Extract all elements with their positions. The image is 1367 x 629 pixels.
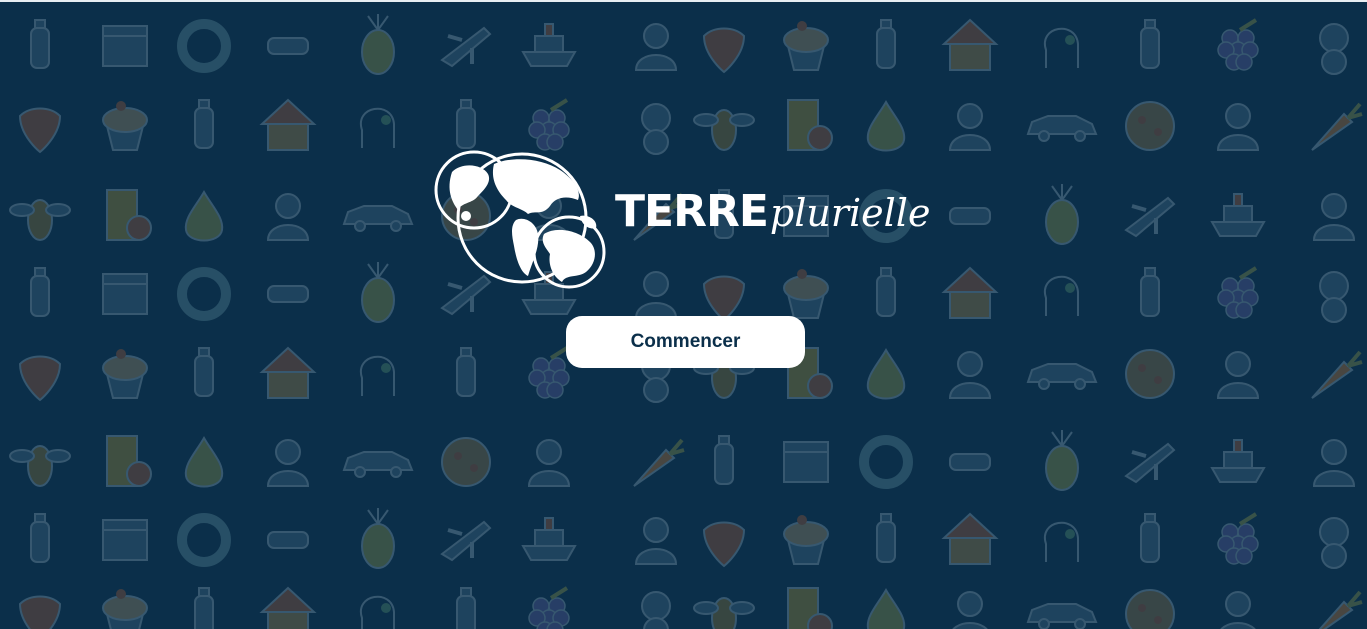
logo: TERREplurielle: [432, 150, 942, 290]
landing-screen: TERREplurielle Commencer: [0, 0, 1367, 629]
brand-name-bold: TERRE: [615, 186, 769, 237]
brand-name: TERREplurielle: [615, 186, 930, 237]
brand-name-script: plurielle: [769, 191, 931, 235]
globes-logo-icon: [434, 150, 606, 289]
start-button[interactable]: Commencer: [566, 316, 805, 368]
hero: TERREplurielle Commencer: [0, 2, 1367, 629]
